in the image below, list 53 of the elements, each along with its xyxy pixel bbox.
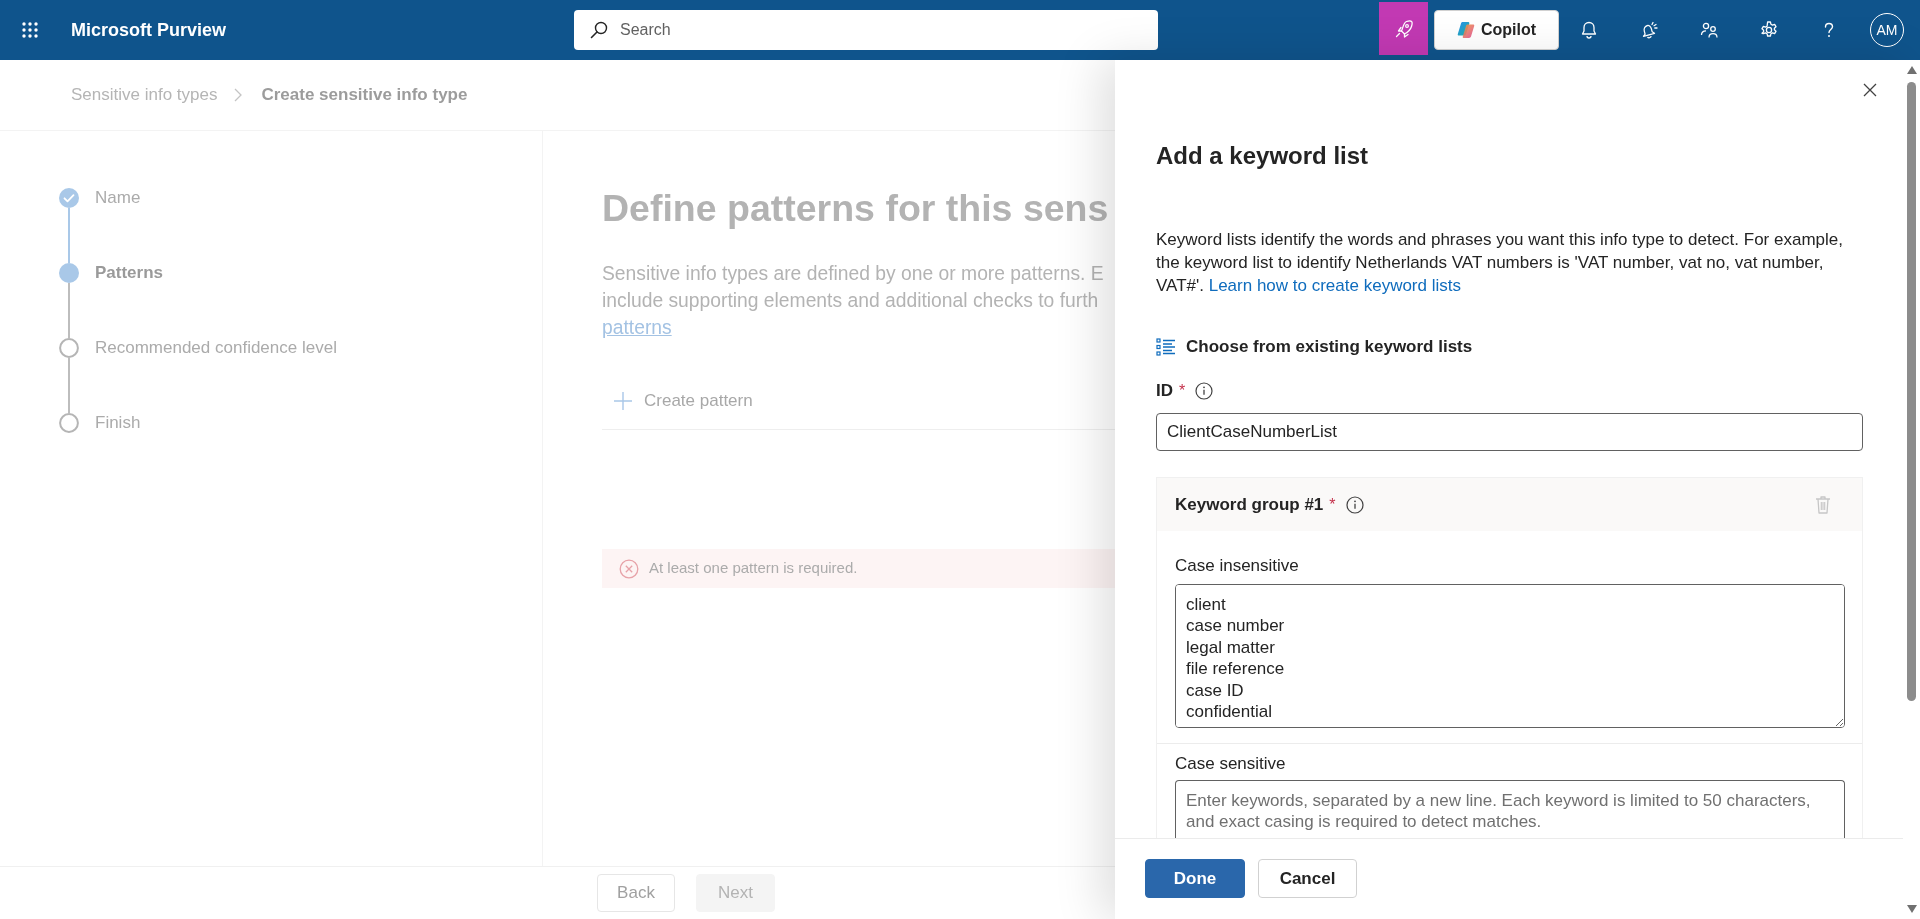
- description-text: Sensitive info types are defined by one or more patterns. E include supporting elements and additional checks to furth patterns: [602, 262, 1105, 340]
- step-label[interactable]: Name: [95, 185, 141, 211]
- page-heading: Define patterns for this sens: [602, 186, 1110, 231]
- create-pattern-button[interactable]: Create pattern: [602, 381, 763, 421]
- app-title: Microsoft Purview: [71, 18, 227, 42]
- chevron-right-icon: [234, 88, 243, 102]
- step-label[interactable]: Recommended confidence level: [95, 335, 337, 361]
- settings-icon: [1759, 20, 1779, 40]
- bell-icon: [1579, 20, 1599, 40]
- breadcrumb-current: Create sensitive info type: [261, 84, 468, 107]
- scrollbar-thumb[interactable]: [1907, 82, 1916, 701]
- error-circle-icon: [619, 558, 639, 579]
- id-input[interactable]: ClientCaseNumberList: [1156, 413, 1863, 451]
- scroll-down-icon[interactable]: [1906, 905, 1917, 913]
- info-icon[interactable]: [1345, 495, 1364, 514]
- search-icon: [590, 21, 608, 39]
- list-icon: [1156, 337, 1176, 357]
- copilot-button[interactable]: Copilot: [1434, 10, 1559, 50]
- step-connector-line: [68, 358, 70, 413]
- required-mark: *: [1329, 494, 1336, 515]
- swirl-logo-icon: [1456, 21, 1475, 39]
- step-connector-line: [68, 283, 70, 338]
- patterns-link[interactable]: patterns: [602, 317, 672, 338]
- plus-icon: [613, 391, 633, 411]
- field-label: ID: [1156, 380, 1173, 403]
- choose-list-button[interactable]: Choose from existing keyword lists: [1156, 335, 1473, 359]
- search-field[interactable]: Search: [574, 10, 1158, 50]
- error-message: At least one pattern is required.: [649, 558, 858, 579]
- scroll-up-icon[interactable]: [1906, 66, 1917, 74]
- step-connector-line: [68, 208, 70, 263]
- field-label: Case insensitive: [1175, 556, 1299, 576]
- field-label: Case sensitive: [1175, 754, 1287, 774]
- waffle-menu-icon: [22, 22, 38, 38]
- info-icon[interactable]: [1195, 382, 1214, 400]
- search-input[interactable]: Search: [620, 15, 1146, 45]
- back-button[interactable]: Back: [597, 874, 675, 912]
- trash-icon: [1815, 494, 1831, 515]
- keywords-textarea[interactable]: Enter keywords, separated by a new line. Each keyword is limited to 50 characters, and exact casing is required to detect matches.: [1175, 780, 1845, 838]
- learn-more-link[interactable]: Learn how to create keyword lists: [1208, 276, 1461, 295]
- people-icon: [1699, 20, 1719, 40]
- required-mark: *: [1179, 381, 1186, 401]
- step-label[interactable]: Finish: [95, 410, 141, 436]
- rocket-icon: [1393, 18, 1414, 39]
- breadcrumb-link[interactable]: Sensitive info types: [71, 82, 218, 108]
- keywords-textarea[interactable]: client case number legal matter file reference case ID confidential: [1175, 584, 1845, 728]
- rocket-button[interactable]: [1379, 2, 1428, 55]
- panel-title: Add a keyword list: [1156, 141, 1370, 171]
- keyword-group-title: Keyword group #1: [1175, 493, 1324, 516]
- done-button[interactable]: Done: [1145, 859, 1245, 898]
- cancel-button[interactable]: Cancel: [1258, 859, 1357, 898]
- close-icon: [1863, 83, 1877, 97]
- step-label[interactable]: Patterns: [95, 260, 164, 286]
- panel-description: Keyword lists identify the words and phrases you want this info type to detect. For example, the keyword list to identify Netherlands VAT numbers is 'VAT number, vat no, vat number, VAT#'. Learn how to create keyword lists: [1156, 229, 1844, 297]
